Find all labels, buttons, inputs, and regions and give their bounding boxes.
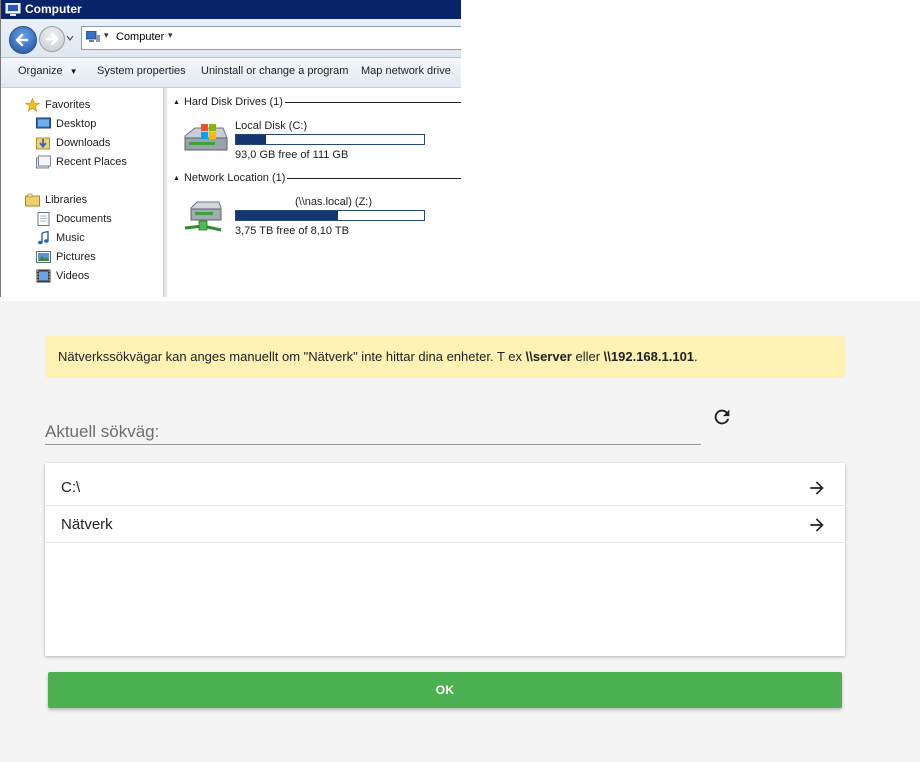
refresh-icon[interactable] — [711, 406, 733, 428]
drive-network-free-text: 3,75 TB free of 8,10 TB — [235, 225, 349, 237]
drive-network-z[interactable]: (\\nas.local) (Z:) 3,75 TB free of 8,10 … — [181, 196, 461, 242]
system-properties-button[interactable]: System properties — [97, 65, 186, 77]
navigation-bar: ▾ Computer ▾ — [1, 19, 461, 58]
path-dialog: Nätverkssökvägar kan anges manuellt om "… — [0, 301, 920, 762]
group-divider — [285, 102, 461, 103]
title-bar: Computer — [1, 0, 461, 19]
breadcrumb-dropdown-icon[interactable]: ▾ — [168, 30, 173, 41]
network-drive-icon — [184, 201, 222, 232]
ok-button[interactable]: OK — [48, 672, 842, 708]
list-item-c-drive[interactable]: C:\ — [45, 469, 845, 506]
drive-local-free-text: 93,0 GB free of 111 GB — [235, 149, 349, 161]
nav-desktop-label: Desktop — [56, 118, 97, 130]
recent-places-icon — [36, 155, 51, 169]
pictures-icon — [36, 251, 51, 263]
drive-local-usage-bar — [235, 134, 425, 145]
group-divider — [287, 178, 461, 179]
nav-favorites-label: Favorites — [45, 99, 91, 111]
address-bar[interactable]: ▾ Computer ▾ — [81, 26, 461, 50]
info-example-server: \\server — [525, 349, 572, 364]
explorer-window: Computer ▾ Computer ▾ Organize ▼ System … — [0, 0, 461, 297]
forward-arrow-icon — [45, 32, 59, 46]
back-button[interactable] — [9, 26, 37, 54]
organize-button[interactable]: Organize ▼ — [18, 65, 78, 77]
music-icon — [38, 231, 49, 245]
arrow-right-icon — [810, 518, 824, 532]
desktop-icon — [36, 117, 51, 129]
nav-pictures-label: Pictures — [56, 251, 96, 263]
drive-network-name: (\\nas.local) (Z:) — [295, 196, 373, 208]
list-item-label: C:\ — [61, 479, 81, 496]
collapse-triangle-icon: ▲ — [173, 175, 180, 182]
group-network-label: Network Location (1) — [183, 172, 286, 184]
breadcrumb-separator-icon[interactable]: ▾ — [104, 30, 109, 41]
videos-icon — [36, 269, 51, 283]
uninstall-program-button[interactable]: Uninstall or change a program — [201, 65, 348, 77]
computer-icon — [5, 3, 21, 16]
drive-local-c[interactable]: Local Disk (C:) 93,0 GB free of 111 GB — [181, 120, 461, 166]
nav-documents-label: Documents — [56, 213, 112, 225]
content-pane: ▲ Hard Disk Drives (1) Local Disk (C:) 93… — [167, 88, 461, 297]
back-arrow-icon — [15, 33, 29, 47]
hard-drive-icon — [184, 124, 228, 151]
forward-button[interactable] — [39, 26, 65, 52]
computer-icon — [86, 31, 100, 42]
drive-network-usage-fill — [236, 211, 338, 220]
drive-local-usage-fill — [236, 135, 267, 144]
nav-libraries-label: Libraries — [45, 194, 88, 206]
nav-recent-places-label: Recent Places — [56, 156, 127, 168]
chevron-down-icon — [66, 35, 74, 41]
command-toolbar: Organize ▼ System properties Uninstall or… — [1, 58, 461, 88]
location-list: C:\ Nätverk — [45, 463, 845, 656]
group-hard-disk-label: Hard Disk Drives (1) — [183, 96, 283, 108]
organize-label: Organize — [18, 65, 63, 77]
libraries-icon — [25, 193, 40, 207]
collapse-triangle-icon: ▲ — [173, 99, 180, 106]
nav-downloads-label: Downloads — [56, 137, 111, 149]
info-text-suffix: . — [694, 349, 698, 364]
downloads-folder-icon — [36, 137, 50, 150]
info-text-prefix: Nätverkssökvägar kan anges manuellt om "… — [58, 349, 526, 364]
list-item-label: Nätverk — [61, 516, 113, 533]
breadcrumb-computer[interactable]: Computer — [116, 31, 164, 43]
star-icon — [25, 98, 40, 112]
arrow-right-icon — [810, 481, 824, 495]
window-title: Computer — [25, 2, 82, 16]
drive-network-usage-bar — [235, 210, 425, 221]
list-item-network[interactable]: Nätverk — [45, 506, 845, 543]
documents-icon — [37, 212, 50, 226]
nav-music-label: Music — [56, 232, 85, 244]
group-header-network[interactable]: ▲ Network Location (1) — [173, 172, 285, 184]
group-header-hard-disk[interactable]: ▲ Hard Disk Drives (1) — [173, 96, 283, 108]
navigation-pane: Favorites Desktop Downloads Recent Place… — [1, 88, 164, 297]
info-text-middle: eller — [571, 349, 604, 364]
map-network-drive-button[interactable]: Map network drive — [361, 65, 451, 77]
drive-local-name: Local Disk (C:) — [235, 120, 308, 132]
current-path-input[interactable] — [45, 419, 701, 445]
info-banner: Nätverkssökvägar kan anges manuellt om "… — [45, 336, 845, 378]
history-dropdown[interactable] — [65, 33, 75, 43]
caret-down-icon: ▼ — [69, 67, 78, 76]
info-example-ip: \\192.168.1.101 — [603, 349, 695, 364]
nav-videos-label: Videos — [56, 270, 90, 282]
